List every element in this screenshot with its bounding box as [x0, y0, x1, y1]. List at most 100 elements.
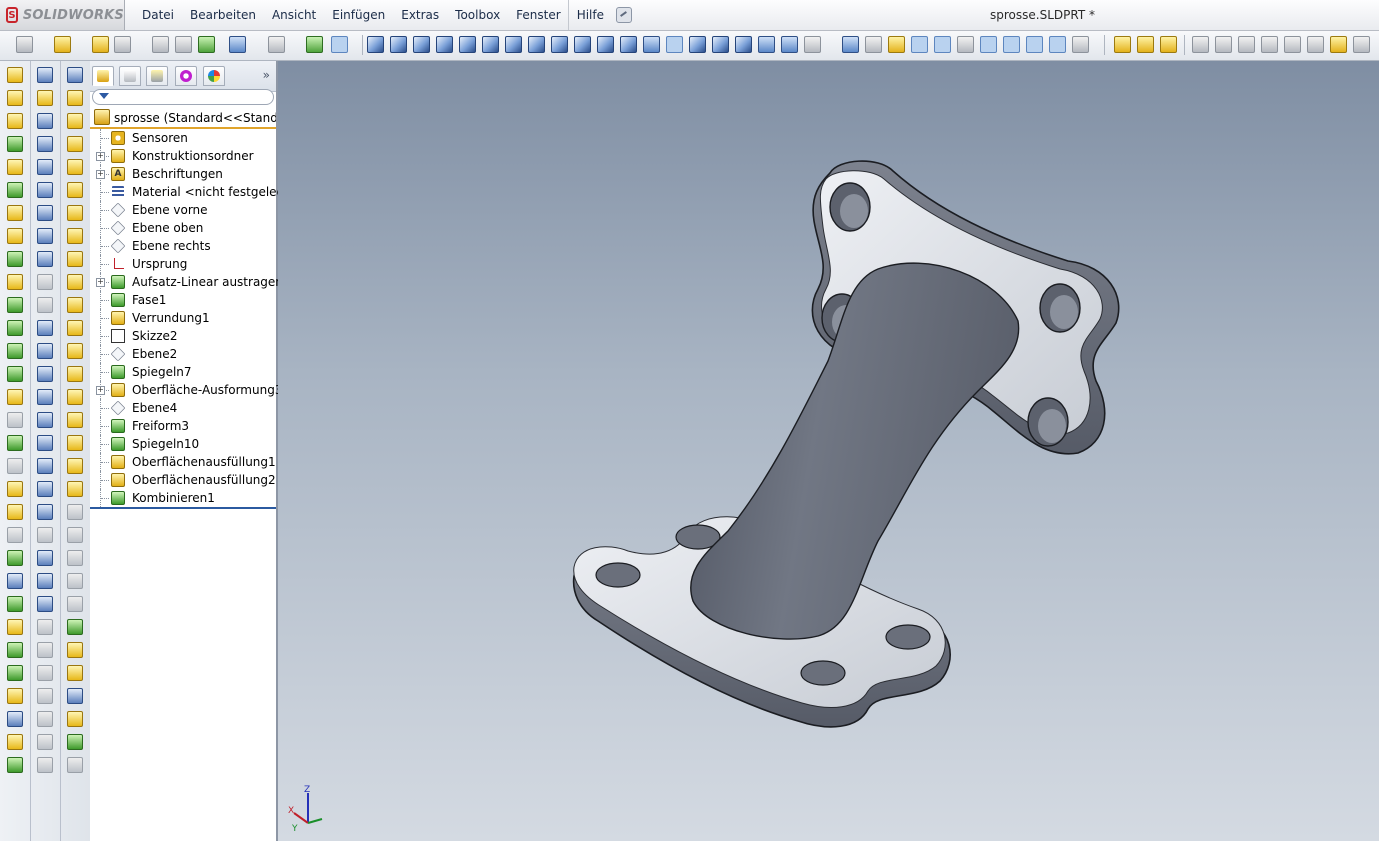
curve-pattern-icon[interactable]: [7, 619, 23, 635]
thicken-icon[interactable]: [67, 527, 83, 543]
expand-icon[interactable]: +: [96, 152, 105, 161]
shaded-icon[interactable]: [689, 36, 706, 53]
combine-icon[interactable]: [67, 734, 83, 750]
coordinate-system-icon[interactable]: [67, 136, 83, 152]
trim-icon[interactable]: [1215, 36, 1232, 53]
view-trimetric-icon[interactable]: [528, 36, 545, 53]
menu-bearbeiten[interactable]: Bearbeiten: [182, 8, 264, 22]
view-curves-icon[interactable]: [1026, 36, 1043, 53]
ruled-surface-icon[interactable]: [67, 343, 83, 359]
surface-sweep-icon[interactable]: [67, 205, 83, 221]
axis-icon[interactable]: [67, 113, 83, 129]
slot-icon[interactable]: [37, 412, 53, 428]
ellipse-icon[interactable]: [37, 320, 53, 336]
arc-slot-icon[interactable]: [37, 435, 53, 451]
replace-face-icon[interactable]: [67, 642, 83, 658]
rotate-view-icon[interactable]: [842, 36, 859, 53]
smart-dimension-icon[interactable]: [888, 36, 905, 53]
sketch-linear-pattern-icon[interactable]: [37, 619, 53, 635]
wireframe-icon[interactable]: [597, 36, 614, 53]
split-line-icon[interactable]: [7, 688, 23, 704]
feature-tree-item[interactable]: + Konstruktionsordner: [90, 147, 276, 165]
sketch-icon[interactable]: [865, 36, 882, 53]
3d-sketch-icon[interactable]: [37, 90, 53, 106]
extrude-cut-icon[interactable]: [7, 182, 23, 198]
apply-scene-icon[interactable]: [1137, 36, 1154, 53]
view-bottom-icon[interactable]: [482, 36, 499, 53]
feature-tree-item[interactable]: Ebene2: [90, 345, 276, 363]
rebuild-warning-icon[interactable]: [92, 36, 109, 53]
view-planes-icon[interactable]: [911, 36, 928, 53]
menu-extras[interactable]: Extras: [393, 8, 447, 22]
reference-geometry-icon[interactable]: [67, 67, 83, 83]
configurationmanager-tab-icon[interactable]: [146, 66, 168, 86]
sketch-icon[interactable]: [37, 67, 53, 83]
convert-entities-icon[interactable]: [37, 665, 53, 681]
surface-loft-icon[interactable]: [67, 228, 83, 244]
knit-icon[interactable]: [1261, 36, 1278, 53]
sketch-pattern-icon[interactable]: [7, 642, 23, 658]
circle-icon[interactable]: [37, 228, 53, 244]
realview-icon[interactable]: [1160, 36, 1177, 53]
feature-tree-item[interactable]: Oberflächenausfüllung1: [90, 453, 276, 471]
three-point-arc-icon[interactable]: [37, 297, 53, 313]
linear-pattern-icon[interactable]: [7, 550, 23, 566]
trim-entities-icon[interactable]: [37, 711, 53, 727]
parabola-icon[interactable]: [37, 481, 53, 497]
feature-tree-item[interactable]: Sensoren: [90, 129, 276, 147]
print-icon[interactable]: [114, 36, 131, 53]
menu-datei[interactable]: Datei: [134, 8, 182, 22]
extend-entities-icon[interactable]: [37, 734, 53, 750]
shell-icon[interactable]: [7, 343, 23, 359]
view-back-icon[interactable]: [390, 36, 407, 53]
trim-surface-icon[interactable]: [67, 435, 83, 451]
rectangle-center-icon[interactable]: [37, 182, 53, 198]
dome-icon[interactable]: [7, 412, 23, 428]
graphics-area[interactable]: Z X Y: [278, 61, 1379, 841]
shaded-with-edges-icon[interactable]: [666, 36, 683, 53]
feature-tree-item[interactable]: Ebene vorne: [90, 201, 276, 219]
extend-surface-icon[interactable]: [67, 412, 83, 428]
edit-appearance-icon[interactable]: [1114, 36, 1131, 53]
hidden-lines-icon[interactable]: [620, 36, 637, 53]
expand-icon[interactable]: +: [96, 278, 105, 287]
feature-tree-item[interactable]: Ebene4: [90, 399, 276, 417]
feature-tree-item[interactable]: Ebene oben: [90, 219, 276, 237]
menu-hilfe[interactable]: Hilfe: [569, 8, 612, 22]
undo-icon[interactable]: [229, 36, 246, 53]
delete-face-icon[interactable]: [1353, 36, 1370, 53]
view-dimetric-icon[interactable]: [551, 36, 568, 53]
options-icon[interactable]: [175, 36, 192, 53]
mirror-icon[interactable]: [7, 596, 23, 612]
boundary-surface-icon[interactable]: [67, 251, 83, 267]
chamfer-icon[interactable]: [7, 297, 23, 313]
feature-tree-item[interactable]: + Oberfläche-Ausformung3: [90, 381, 282, 399]
expand-icon[interactable]: +: [96, 170, 105, 179]
open-icon[interactable]: [54, 36, 71, 53]
feature-tree-item[interactable]: Verrundung1: [90, 309, 276, 327]
view-relations-icon[interactable]: [1072, 36, 1089, 53]
select-icon[interactable]: [331, 36, 348, 53]
view-orientation-icon[interactable]: [804, 36, 821, 53]
view-axes-icon[interactable]: [934, 36, 951, 53]
revolve-cut-icon[interactable]: [7, 205, 23, 221]
dimxpert-tab-icon[interactable]: [175, 66, 197, 86]
delete-face-icon[interactable]: [67, 619, 83, 635]
polygon-icon[interactable]: [37, 343, 53, 359]
point-on-polygon-icon[interactable]: [37, 366, 53, 382]
ruled-surface-icon[interactable]: [1330, 36, 1347, 53]
perspective-icon[interactable]: [712, 36, 729, 53]
thickened-cut-icon[interactable]: [67, 550, 83, 566]
feature-tree-item[interactable]: Spiegeln7: [90, 363, 276, 381]
polygon-tool-icon[interactable]: [37, 458, 53, 474]
wrap-icon[interactable]: [7, 435, 23, 451]
untrim-surface-icon[interactable]: [67, 458, 83, 474]
rollback-bar[interactable]: [90, 507, 276, 509]
sketch-circular-pattern-icon[interactable]: [37, 642, 53, 658]
boundary-boss-icon[interactable]: [7, 159, 23, 175]
flex-icon[interactable]: [7, 458, 23, 474]
feature-tree-root[interactable]: sprosse (Standard<<Standard>: [90, 109, 276, 129]
menu-ansicht[interactable]: Ansicht: [264, 8, 324, 22]
loft-boss-icon[interactable]: [7, 136, 23, 152]
feature-tree-item[interactable]: Fase1: [90, 291, 276, 309]
